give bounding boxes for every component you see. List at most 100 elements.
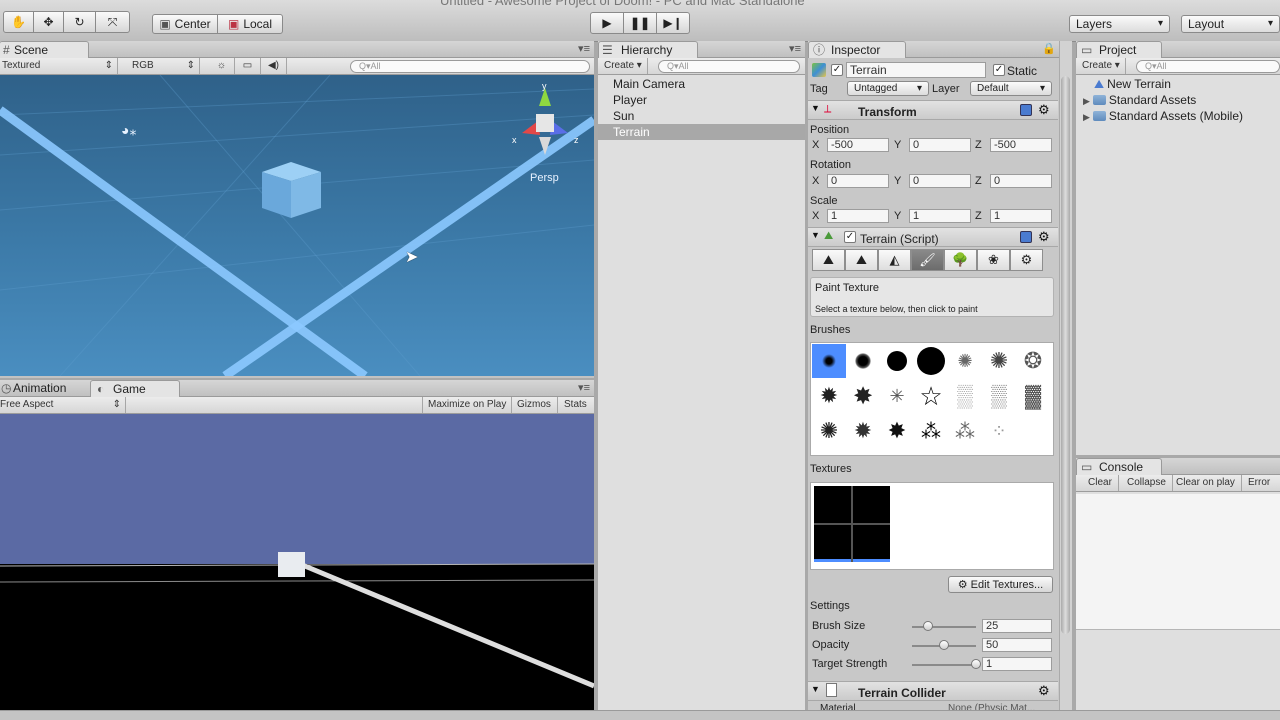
brush-5[interactable]: ✺ xyxy=(948,344,982,378)
opacity-slider-handle[interactable] xyxy=(939,640,949,650)
foldout-arrow-icon[interactable]: ▶ xyxy=(1083,96,1090,106)
play-button[interactable]: ▶ xyxy=(590,12,624,34)
brush-size-slider[interactable] xyxy=(912,626,976,628)
scene-search-input[interactable]: Q▾All xyxy=(350,60,590,73)
console-clear-on-play-button[interactable]: Clear on play xyxy=(1170,475,1242,491)
scale-y-field[interactable]: 1 xyxy=(909,209,971,223)
brush-3[interactable] xyxy=(880,344,914,378)
hierarchy-item-player[interactable]: Player xyxy=(598,92,805,108)
paint-height-tool-button[interactable]: ⛰ xyxy=(845,249,878,271)
pivot-local-button[interactable]: ▣ Local xyxy=(217,14,283,34)
hierarchy-search-input[interactable]: Q▾All xyxy=(658,60,800,73)
hand-tool-button[interactable]: ✋ xyxy=(3,11,34,33)
hierarchy-item-sun[interactable]: Sun xyxy=(598,108,805,124)
brush-size-slider-handle[interactable] xyxy=(923,621,933,631)
camera-gizmo-icon[interactable]: ◕⁎ xyxy=(121,122,136,139)
project-item-standard-assets-mobile[interactable]: ▶ Standard Assets (Mobile) xyxy=(1083,109,1243,123)
scale-z-field[interactable]: 1 xyxy=(990,209,1052,223)
tab-project[interactable]: ▭ Project xyxy=(1076,41,1162,58)
brush-7[interactable]: ❂ xyxy=(1016,344,1050,378)
raise-lower-tool-button[interactable]: ⛰ xyxy=(812,249,845,271)
aspect-dropdown[interactable]: Free Aspect ⇕ xyxy=(0,397,126,413)
tab-inspector[interactable]: ⓘ Inspector xyxy=(808,41,906,58)
inspector-scrollbar-thumb[interactable] xyxy=(1061,76,1070,634)
static-checkbox[interactable]: ✓ xyxy=(993,64,1005,76)
hierarchy-item-main-camera[interactable]: Main Camera xyxy=(598,76,805,92)
scale-tool-button[interactable]: ⤧ xyxy=(95,11,130,33)
foldout-arrow-icon[interactable]: ▼ xyxy=(811,230,820,240)
terrain-enabled-checkbox[interactable]: ✓ xyxy=(844,231,856,243)
scene-overlay-toggle[interactable]: ▭ xyxy=(235,58,261,74)
rotation-y-field[interactable]: 0 xyxy=(909,174,971,188)
console-clear-button[interactable]: Clear xyxy=(1082,475,1119,491)
foldout-arrow-icon[interactable]: ▼ xyxy=(811,684,820,694)
scene-audio-toggle[interactable]: ◀) xyxy=(261,58,287,74)
tab-hierarchy[interactable]: ☰ Hierarchy xyxy=(598,41,698,58)
lock-icon[interactable]: 🔒 xyxy=(1042,42,1056,55)
stats-toggle[interactable]: Stats xyxy=(557,397,593,413)
step-button[interactable]: ▶❙ xyxy=(656,12,690,34)
position-z-field[interactable]: -500 xyxy=(990,138,1052,152)
panel-menu-icon[interactable]: ▾≡ xyxy=(578,381,590,394)
project-item-standard-assets[interactable]: ▶ Standard Assets xyxy=(1083,93,1196,107)
foldout-arrow-icon[interactable]: ▼ xyxy=(811,103,820,113)
move-tool-button[interactable]: ✥ xyxy=(33,11,64,33)
render-mode-dropdown[interactable]: Textured ⇕ xyxy=(0,58,118,74)
foldout-arrow-icon[interactable]: ▶ xyxy=(1083,112,1090,122)
tab-game[interactable]: ◐ Game xyxy=(90,380,180,397)
brush-15[interactable]: ✺ xyxy=(812,414,846,448)
terrain-settings-tool-button[interactable]: ⚙ xyxy=(1010,249,1043,271)
panel-menu-icon[interactable]: ▾≡ xyxy=(789,42,801,55)
position-y-field[interactable]: 0 xyxy=(909,138,971,152)
brush-size-field[interactable]: 25 xyxy=(982,619,1052,633)
brush-4[interactable] xyxy=(914,344,948,378)
brush-9[interactable]: ✸ xyxy=(846,379,880,413)
pivot-center-button[interactable]: ▣ Center xyxy=(152,14,218,34)
target-strength-slider-handle[interactable] xyxy=(971,659,981,669)
position-x-field[interactable]: -500 xyxy=(827,138,889,152)
tab-scene[interactable]: # Scene xyxy=(0,41,89,58)
layout-dropdown[interactable]: Layout xyxy=(1181,15,1280,33)
console-error-pause-button[interactable]: Error p xyxy=(1242,475,1280,504)
project-create-button[interactable]: Create ▾ xyxy=(1082,58,1126,74)
target-strength-slider[interactable] xyxy=(912,664,976,666)
gear-icon[interactable]: ⚙ xyxy=(1038,683,1050,699)
brush-19[interactable]: ⁂ xyxy=(948,414,982,448)
terrain-collider-header[interactable]: ▼ Terrain Collider ⚙ xyxy=(808,681,1058,701)
projection-label[interactable]: Persp xyxy=(530,172,559,184)
opacity-field[interactable]: 50 xyxy=(982,638,1052,652)
brush-11[interactable]: ☆ xyxy=(914,379,948,413)
brush-1[interactable] xyxy=(812,344,846,378)
edit-textures-button[interactable]: ⚙ Edit Textures... xyxy=(948,576,1053,593)
reference-icon[interactable] xyxy=(1020,104,1032,116)
brush-14[interactable]: ▓ xyxy=(1016,379,1050,413)
project-item-new-terrain[interactable]: ⛰ New Terrain xyxy=(1094,77,1171,92)
maximize-on-play-toggle[interactable]: Maximize on Play xyxy=(422,397,511,413)
brush-18[interactable]: ⁂ xyxy=(914,414,948,448)
brush-6[interactable]: ✺ xyxy=(982,344,1016,378)
rotate-tool-button[interactable]: ↻ xyxy=(63,11,96,33)
hierarchy-create-button[interactable]: Create ▾ xyxy=(604,58,648,74)
brush-13[interactable]: ▒ xyxy=(982,379,1016,413)
pause-button[interactable]: ❚❚ xyxy=(623,12,657,34)
hierarchy-item-terrain[interactable]: Terrain xyxy=(598,124,805,140)
brush-2[interactable] xyxy=(846,344,880,378)
gear-icon[interactable]: ⚙ xyxy=(1038,229,1050,245)
scene-orientation-gizmo[interactable]: y x z xyxy=(508,83,584,155)
smooth-height-tool-button[interactable]: ◭ xyxy=(878,249,911,271)
texture-thumbnail[interactable] xyxy=(814,486,890,562)
tab-console[interactable]: ▭ Console xyxy=(1076,458,1162,475)
place-trees-tool-button[interactable]: 🌳 xyxy=(944,249,977,271)
project-search-input[interactable]: Q▾All xyxy=(1136,60,1280,73)
paint-details-tool-button[interactable]: ❀ xyxy=(977,249,1010,271)
gear-icon[interactable]: ⚙ xyxy=(1038,102,1050,118)
gizmos-toggle[interactable]: Gizmos xyxy=(511,397,556,413)
cube-object[interactable] xyxy=(262,162,321,218)
game-viewport[interactable] xyxy=(0,414,594,710)
panel-menu-icon[interactable]: ▾≡ xyxy=(578,42,590,55)
brush-12[interactable]: ▒ xyxy=(948,379,982,413)
tag-dropdown[interactable]: Untagged xyxy=(847,81,929,96)
scale-x-field[interactable]: 1 xyxy=(827,209,889,223)
brush-20[interactable]: ⁘ xyxy=(982,414,1016,448)
rotation-z-field[interactable]: 0 xyxy=(990,174,1052,188)
